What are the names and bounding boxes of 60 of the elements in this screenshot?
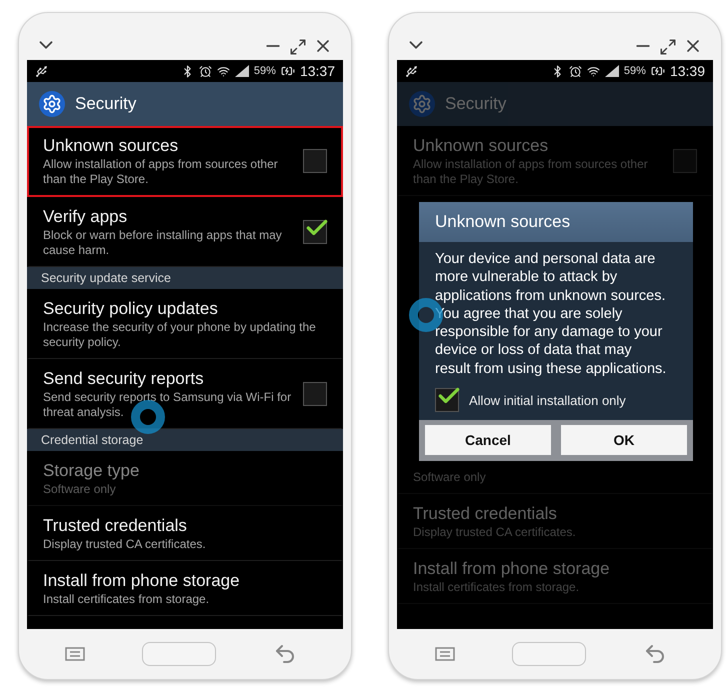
back-icon[interactable] [643,642,667,666]
setting-title: Trusted credentials [43,515,188,537]
setting-description: Send security reports to Samsung via Wi-Fi for threat analysis. [43,390,292,420]
wifi-icon [586,64,600,78]
expand-icon[interactable] [659,38,677,56]
setting-title: Install from phone storage [413,558,611,580]
setting-description: Install certificates from storage. [43,592,210,607]
checkbox[interactable] [303,382,327,406]
battery-percent: 59% [624,65,646,77]
setting-description: Allow installation of apps from sources other than the Play Store. [413,157,649,187]
checkbox[interactable] [303,149,327,173]
setting-description: Increase the security of your phone by updating the security policy. [43,320,317,350]
dialog-title: Unknown sources [419,202,693,242]
battery-icon [650,64,665,78]
section-header: Security update service [27,267,343,289]
setting-title: Send security reports [43,368,205,390]
signal-icon [604,65,619,77]
setting-title: Storage type [43,460,140,482]
settings-icon [39,91,65,117]
setting-title: Unknown sources [43,135,180,157]
setting-description: Allow installation of apps from sources other than the Play Store. [43,157,279,187]
usb-icon [405,64,418,78]
settings-icon [409,91,435,117]
settings-row[interactable]: Install from phone storage Install certificates from storage. [27,561,343,616]
settings-row[interactable]: Trusted credentials Display trusted CA certificates. [27,506,343,561]
alarm-icon [568,64,582,78]
setting-description: Block or warn before installing apps that may cause harm. [43,228,283,258]
section-header: Credential storage [27,429,343,451]
battery-percent: 59% [254,65,276,77]
setting-description: Display trusted CA certificates. [413,525,577,540]
setting-title: Trusted credentials [413,503,558,526]
clock-time: 13:39 [670,63,705,79]
clock-time: 13:37 [300,63,335,79]
alarm-icon [198,64,212,78]
setting-title: Verify apps [43,206,128,228]
checkbox-label: Allow initial installation only [469,392,626,408]
setting-title: Install from phone storage [43,570,241,592]
settings-row[interactable]: Security policy updates Increase the security of your phone by updating the security policy. [27,289,343,359]
menu-icon[interactable] [65,647,85,661]
checkbox[interactable] [435,388,459,412]
wifi-icon [216,64,230,78]
setting-description: Software only [413,470,487,486]
setting-title: Unknown sources [413,135,550,157]
settings-row[interactable]: Unknown sources Allow installation of apps from sources other than the Play Store. [27,126,343,197]
battery-icon [280,64,295,78]
setting-description: Software only [43,482,117,497]
menu-icon[interactable] [435,647,455,661]
dialog-message: Your device and personal data are more vulnerable to attack by applications from unknown sources. You agree that you are solely responsible for any damage to your device or loss of data that may result from using these applications. [434,250,668,379]
setting-description: Install certificates from storage. [413,580,580,596]
usb-icon [35,64,48,78]
checkbox[interactable] [303,220,327,244]
setting-title: Security policy updates [43,298,219,320]
dialog-button[interactable]: OK [561,425,687,456]
expand-icon[interactable] [289,38,307,56]
screen-title: Security [445,94,506,114]
dialog-button[interactable]: Cancel [425,425,551,456]
setting-description: Display trusted CA certificates. [43,537,207,552]
signal-icon [234,65,249,77]
back-icon[interactable] [273,642,297,666]
screen-title: Security [75,94,136,114]
